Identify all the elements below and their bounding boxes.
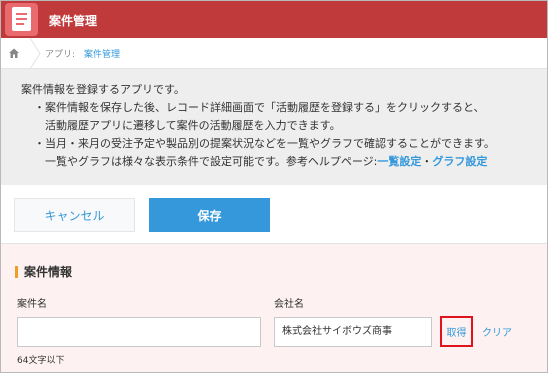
project-name-hint: 64文字以下 <box>17 356 65 366</box>
app-header: 案件管理 <box>1 1 547 38</box>
record-form: 案件情報 案件名 64文字以下 会社名 株式会社サイボウズ商事 取得 クリア <box>1 244 547 372</box>
save-button[interactable]: 保存 <box>149 198 270 232</box>
section-title: 案件情報 <box>24 265 73 279</box>
breadcrumb-separator <box>29 38 41 69</box>
description-line: 案件情報を登録するアプリです。 <box>21 83 185 96</box>
company-name-input[interactable]: 株式会社サイボウズ商事 <box>274 317 432 347</box>
list-settings-link[interactable]: 一覧設定 <box>377 155 421 168</box>
project-name-label: 案件名 <box>17 299 47 310</box>
clear-button[interactable]: クリア <box>482 324 512 339</box>
breadcrumb-prefix: アプリ: <box>45 50 76 60</box>
description-line: 活動履歴アプリに遷移して案件の活動履歴を入力できます。 <box>45 119 341 132</box>
app-description: 案件情報を登録するアプリです。 ・案件情報を保存した後、レコード詳細画面で「活動… <box>1 69 547 185</box>
breadcrumb: アプリ: 案件管理 <box>1 38 547 69</box>
action-bar: キャンセル 保存 <box>1 185 547 244</box>
graph-settings-link[interactable]: グラフ設定 <box>432 155 487 168</box>
document-icon[interactable] <box>5 3 38 36</box>
app-title: 案件管理 <box>49 14 98 28</box>
cancel-button[interactable]: キャンセル <box>14 198 135 232</box>
get-button[interactable]: 取得 <box>440 316 473 347</box>
description-text: 一覧やグラフは様々な表示条件で設定可能です。参考ヘルプページ: <box>45 155 378 168</box>
section-marker <box>15 266 18 278</box>
home-icon[interactable] <box>8 47 20 59</box>
description-line: ・案件情報を保存した後、レコード詳細画面で「活動履歴を登録する」をクリックすると… <box>34 101 485 114</box>
link-separator: ・ <box>421 155 433 168</box>
breadcrumb-app-link[interactable]: 案件管理 <box>84 47 120 60</box>
description-line: 一覧やグラフは様々な表示条件で設定可能です。参考ヘルプページ:一覧設定・グラフ設… <box>45 155 487 169</box>
description-line: ・当月・来月の受注予定や製品別の提案状況などを一覧やグラフで確認することができま… <box>34 137 495 150</box>
company-name-label: 会社名 <box>274 299 304 310</box>
app-window: 案件管理 アプリ: 案件管理 案件情報を登録するアプリです。 ・案件情報を保存し… <box>0 0 548 373</box>
project-name-input[interactable] <box>17 317 261 347</box>
